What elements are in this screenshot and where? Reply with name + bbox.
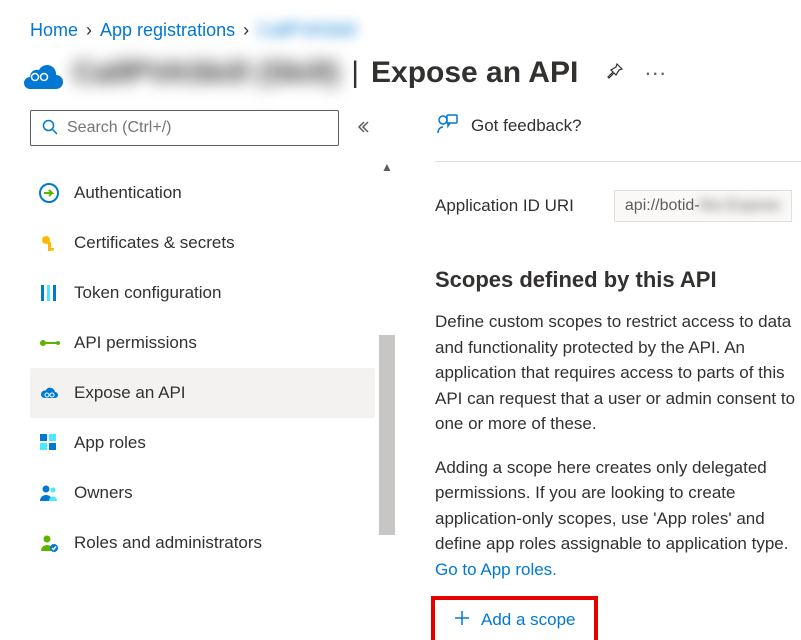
cloud-gear-icon	[38, 382, 60, 404]
search-input-wrapper[interactable]	[30, 110, 339, 146]
scopes-description-2-text: Adding a scope here creates only delegat…	[435, 458, 788, 554]
breadcrumb-current: CallPVASkill	[257, 20, 356, 41]
application-id-uri-row: Application ID URI api://botid-the-Expos…	[435, 190, 801, 222]
app-id-suffix-blurred: the-Expose	[700, 197, 781, 214]
owners-icon	[38, 482, 60, 504]
scroll-thumb[interactable]	[379, 335, 395, 535]
sidebar-item-label: Owners	[74, 483, 133, 503]
sidebar-item-certificates-secrets[interactable]: Certificates & secrets	[30, 218, 375, 268]
sidebar-item-authentication[interactable]: Authentication	[30, 168, 375, 218]
breadcrumb-separator: ›	[86, 20, 92, 41]
cloud-gear-icon	[20, 57, 65, 89]
roles-admin-icon	[38, 532, 60, 554]
sidebar-item-api-permissions[interactable]: API permissions	[30, 318, 375, 368]
breadcrumb-app-registrations[interactable]: App registrations	[100, 20, 235, 41]
sidebar-item-label: Roles and administrators	[74, 533, 262, 553]
collapse-sidebar-icon[interactable]	[357, 118, 375, 139]
token-icon	[38, 282, 60, 304]
more-menu-icon[interactable]: ···	[644, 60, 666, 86]
app-name: CallPVASkill (Skill)	[73, 56, 339, 90]
sidebar-item-label: App roles	[74, 433, 146, 453]
sidebar: ▲ Authentication Certificates & secrets …	[30, 110, 375, 640]
scopes-description-2: Adding a scope here creates only delegat…	[435, 455, 801, 583]
breadcrumb: Home › App registrations › CallPVASkill	[0, 0, 801, 51]
sidebar-item-label: API permissions	[74, 333, 197, 353]
title-separator: |	[351, 56, 359, 90]
add-a-scope-label: Add a scope	[481, 610, 576, 630]
breadcrumb-home[interactable]: Home	[30, 20, 78, 41]
key-icon	[38, 232, 60, 254]
sidebar-item-label: Authentication	[74, 183, 182, 203]
page-header: CallPVASkill (Skill) | Expose an API ···	[0, 51, 801, 110]
add-a-scope-button[interactable]: Add a scope	[435, 600, 594, 640]
plus-icon	[453, 609, 471, 632]
api-permissions-icon	[38, 332, 60, 354]
feedback-link[interactable]: Got feedback?	[435, 112, 801, 139]
feedback-label: Got feedback?	[471, 116, 582, 136]
sidebar-nav: ▲ Authentication Certificates & secrets …	[30, 168, 375, 568]
pin-icon[interactable]	[604, 62, 624, 85]
feedback-icon	[435, 112, 459, 139]
search-icon	[41, 118, 59, 139]
page-title: Expose an API	[371, 56, 578, 90]
auth-icon	[38, 182, 60, 204]
sidebar-item-token-configuration[interactable]: Token configuration	[30, 268, 375, 318]
scopes-description-1: Define custom scopes to restrict access …	[435, 309, 801, 437]
sidebar-item-label: Expose an API	[74, 383, 186, 403]
sidebar-item-label: Certificates & secrets	[74, 233, 235, 253]
search-input[interactable]	[67, 119, 328, 137]
application-id-uri-value[interactable]: api://botid-the-Expose	[614, 190, 792, 222]
sidebar-scrollbar[interactable]: ▲	[379, 160, 395, 560]
go-to-app-roles-link[interactable]: Go to App roles.	[435, 560, 557, 579]
sidebar-item-owners[interactable]: Owners	[30, 468, 375, 518]
application-id-uri-label: Application ID URI	[435, 196, 574, 216]
main-content: Got feedback? Application ID URI api://b…	[375, 110, 801, 640]
scroll-up-arrow-icon[interactable]: ▲	[379, 160, 395, 174]
sidebar-item-app-roles[interactable]: App roles	[30, 418, 375, 468]
sidebar-item-expose-an-api[interactable]: Expose an API	[30, 368, 375, 418]
scopes-heading: Scopes defined by this API	[435, 267, 801, 293]
app-id-prefix: api://botid-	[625, 197, 700, 214]
breadcrumb-separator: ›	[243, 20, 249, 41]
sidebar-item-label: Token configuration	[74, 283, 221, 303]
sidebar-item-roles-administrators[interactable]: Roles and administrators	[30, 518, 375, 568]
divider	[435, 161, 801, 162]
app-roles-icon	[38, 432, 60, 454]
